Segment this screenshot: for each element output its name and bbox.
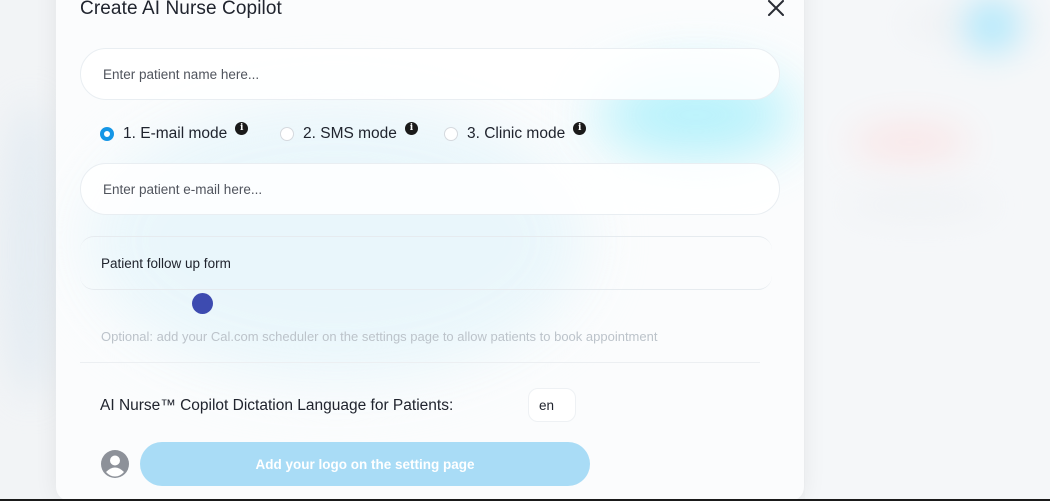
background-blur bbox=[0, 100, 60, 400]
info-icon[interactable]: i bbox=[573, 121, 587, 135]
followup-form-label: Patient follow up form bbox=[101, 255, 231, 271]
dictation-language-label: AI Nurse™ Copilot Dictation Language for… bbox=[100, 397, 454, 414]
add-logo-button[interactable]: Add your logo on the setting page bbox=[140, 442, 590, 486]
patient-name-field[interactable] bbox=[80, 48, 780, 100]
mode-clinic-radio[interactable] bbox=[444, 127, 458, 141]
mode-sms-label: 2. SMS mode bbox=[303, 125, 397, 142]
mode-clinic-option[interactable]: 3. Clinic mode i bbox=[444, 121, 587, 143]
mode-sms-option[interactable]: 2. SMS mode i bbox=[280, 121, 444, 143]
mouse-cursor bbox=[192, 293, 213, 314]
create-copilot-modal: Create AI Nurse Copilot 1. E-mail mode i… bbox=[56, 0, 804, 501]
patient-name-input[interactable] bbox=[101, 65, 779, 83]
avatar-icon bbox=[101, 450, 129, 478]
mode-email-option[interactable]: 1. E-mail mode i bbox=[100, 121, 280, 143]
optional-scheduler-note: Optional: add your Cal.com scheduler on … bbox=[101, 329, 658, 344]
divider bbox=[80, 362, 760, 363]
info-icon[interactable]: i bbox=[235, 121, 249, 135]
patient-email-field[interactable] bbox=[80, 163, 780, 215]
dictation-language-value: en bbox=[539, 397, 555, 413]
modal-title: Create AI Nurse Copilot bbox=[80, 0, 282, 19]
info-icon[interactable]: i bbox=[404, 121, 418, 135]
followup-form-select[interactable]: Patient follow up form bbox=[80, 236, 772, 290]
close-icon[interactable] bbox=[764, 0, 788, 20]
mode-clinic-label: 3. Clinic mode bbox=[467, 125, 566, 142]
mode-radio-group: 1. E-mail mode i 2. SMS mode i 3. Clinic… bbox=[100, 120, 587, 148]
mode-sms-radio[interactable] bbox=[280, 127, 294, 141]
background-overlay bbox=[805, 0, 1050, 501]
mode-email-radio[interactable] bbox=[100, 127, 114, 141]
mode-email-label: 1. E-mail mode bbox=[123, 125, 228, 142]
patient-email-input[interactable] bbox=[101, 180, 779, 198]
dictation-language-select[interactable]: en bbox=[528, 388, 576, 422]
